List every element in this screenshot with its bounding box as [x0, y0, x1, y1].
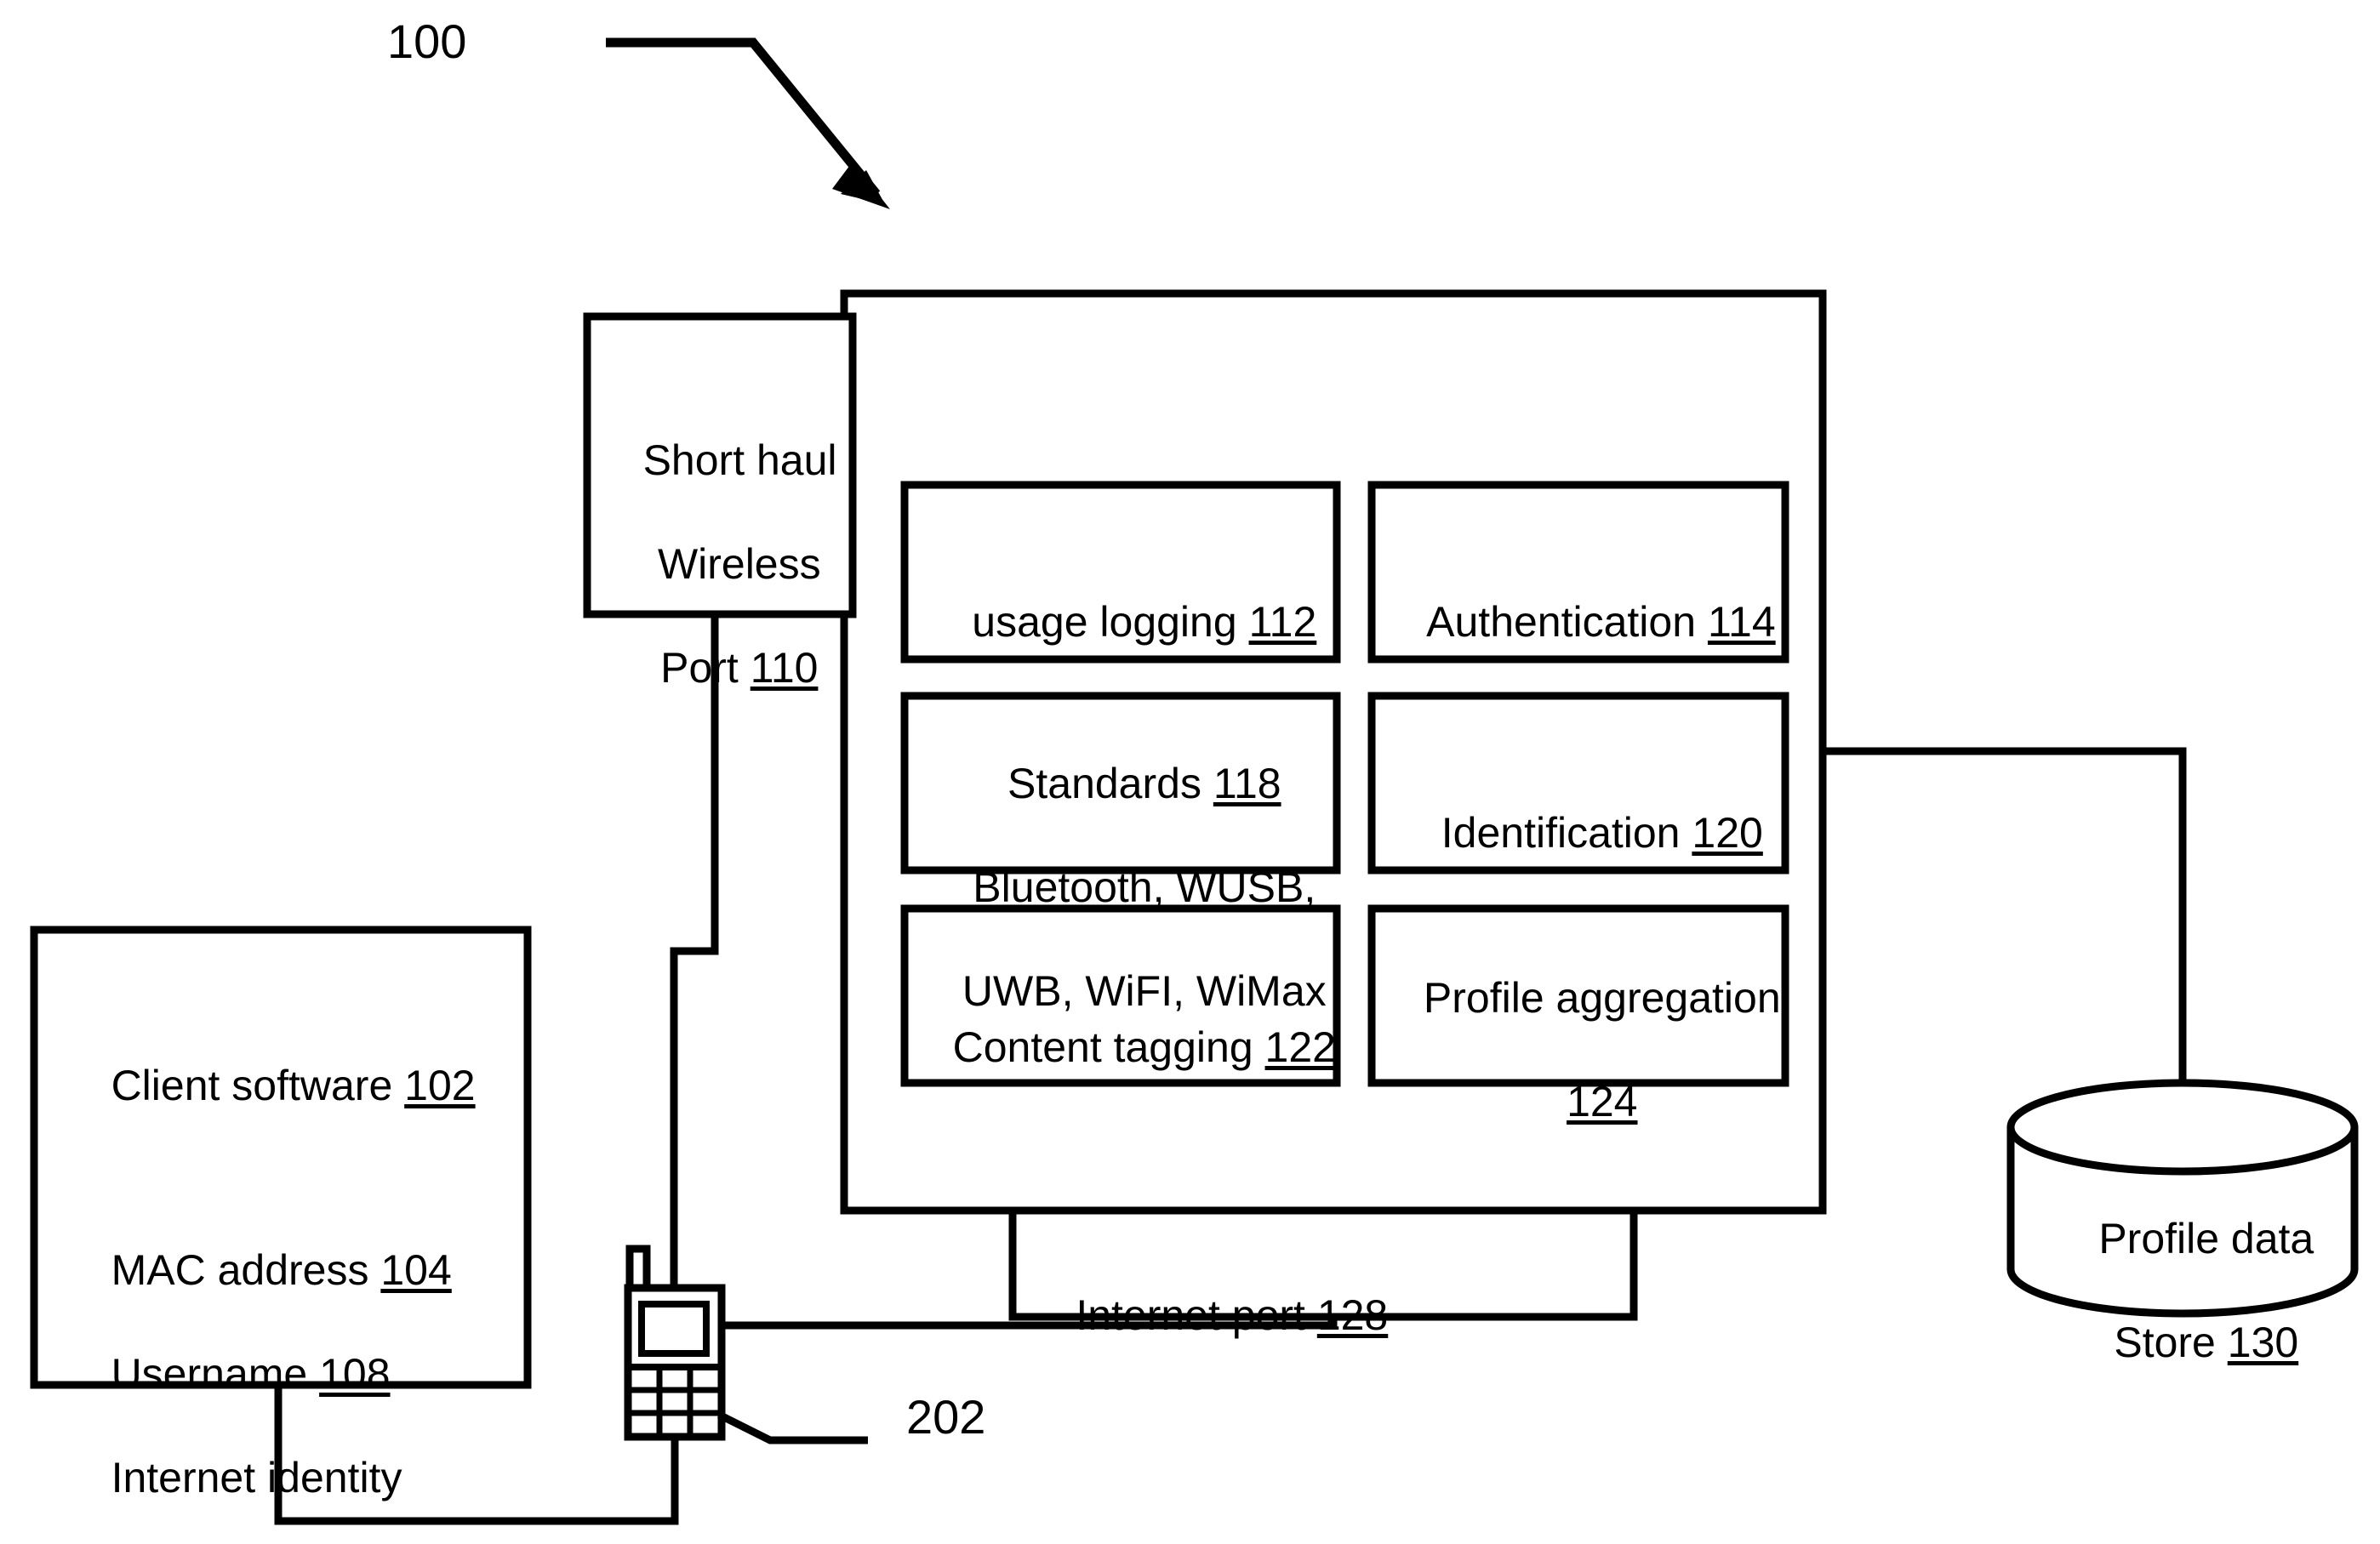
identification-ref: 120 [1692, 809, 1763, 857]
internet-identity-text: Internet identity [111, 1454, 402, 1501]
figure-canvas: 100 202 Short haul Wireless Port 110 usa… [0, 0, 2380, 1544]
connector-container-to-datastore [1823, 747, 2187, 1125]
standards-line-2: Bluetooth, WUSB, [973, 863, 1316, 911]
client-software-label: Client software 102 MAC address 104 User… [64, 1008, 523, 1544]
internet-port-text: Internet port [1076, 1291, 1317, 1339]
username-text: Username [111, 1350, 320, 1398]
standards-ref: 118 [1213, 760, 1281, 807]
profile-store-line-1: Profile data [2098, 1215, 2314, 1262]
short-haul-line-3-text: Port [660, 644, 751, 692]
authentication-ref: 114 [1707, 598, 1776, 646]
mac-address-ref: 104 [380, 1246, 452, 1294]
content-tagging-ref: 122 [1264, 1023, 1336, 1071]
figure-number-label: 100 [387, 14, 467, 68]
profile-store-ref: 130 [2227, 1319, 2299, 1366]
profile-store-line-2-text: Store [2114, 1319, 2228, 1366]
username-ref: 108 [319, 1350, 391, 1398]
identification-text: Identification [1441, 809, 1692, 857]
content-tagging-text: Content tagging [952, 1023, 1265, 1071]
internet-port-label: Internet port 128 [1013, 1238, 1404, 1393]
short-haul-ref: 110 [750, 644, 819, 692]
short-haul-line-1: Short haul [642, 436, 837, 484]
authentication-label: Authentication 114 [1372, 544, 1785, 700]
usage-logging-label: usage logging 112 [905, 544, 1337, 700]
mobile-phone-icon [624, 1245, 868, 1444]
profile-aggregation-text: Profile aggregation [1423, 974, 1781, 1022]
profile-aggregation-label: Profile aggregation 124 [1372, 920, 1785, 1180]
usage-logging-text: usage logging [972, 598, 1249, 646]
identification-label: Identification 120 [1372, 755, 1785, 911]
short-haul-wireless-port-label: Short haul Wireless Port 110 [596, 383, 837, 746]
profile-aggregation-ref: 124 [1567, 1078, 1638, 1125]
standards-text: Standards [1007, 760, 1213, 807]
reference-202-label: 202 [906, 1390, 986, 1444]
client-software-title-ref: 102 [404, 1062, 476, 1109]
usage-logging-ref: 112 [1248, 598, 1317, 646]
client-software-spacer [64, 1164, 523, 1193]
profile-data-store-label: Profile data Store 130 [2021, 1161, 2344, 1421]
client-software-title-text: Client software [111, 1062, 405, 1109]
short-haul-line-2: Wireless [657, 540, 821, 588]
lead-line-arrow-icon [606, 37, 890, 209]
content-tagging-label: Content tagging 122 [905, 970, 1337, 1125]
internet-port-ref: 128 [1316, 1291, 1389, 1339]
authentication-text: Authentication [1426, 598, 1708, 646]
mac-address-text: MAC address [111, 1246, 381, 1294]
